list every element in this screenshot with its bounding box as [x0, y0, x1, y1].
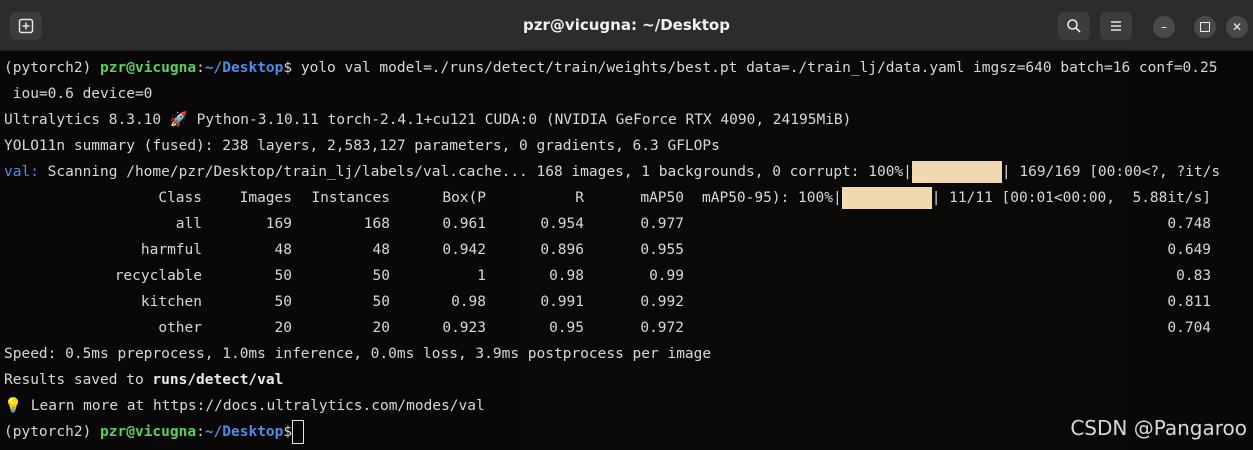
header-instances: Instances — [311, 190, 390, 206]
cell-instances: 48 — [372, 242, 390, 258]
cell-map50-95: 0.811 — [1167, 294, 1212, 310]
prompt-env: (pytorch2) — [4, 424, 92, 440]
terminal-header-bar: pzr@vicugna: ~/Desktop – ✕ — [0, 0, 1253, 51]
command-line: (pytorch2) pzr@vicugna:~/Desktop$ yolo v… — [4, 60, 1218, 76]
minimize-icon: – — [1161, 20, 1167, 34]
table-row: other 20 20 0.923 0.95 0.972 0.704 — [4, 315, 1211, 341]
table-row: all 169 168 0.961 0.954 0.977 0.748 — [4, 211, 1211, 237]
val-progress-tail: | 11/11 [00:01<00:00, 5.88it/s] — [931, 190, 1212, 206]
cell-map50: 0.972 — [640, 320, 684, 336]
search-icon — [1067, 19, 1081, 33]
cell-class: harmful — [140, 242, 202, 258]
cell-precision: 1 — [477, 268, 486, 284]
header-map50: mAP50 — [640, 190, 684, 206]
header-map50-95: mAP50-95): 100%| | 11/11 [00:01<00:00, 5.… — [684, 185, 1211, 211]
cell-images: 48 — [274, 242, 292, 258]
close-button[interactable]: ✕ — [1226, 16, 1248, 38]
prompt-user-host: pzr@vicugna — [100, 424, 197, 440]
scan-tail: | 169/169 [00:00<?, ?it/s — [1001, 164, 1221, 180]
watermark: CSDN @Pangaroo — [1070, 416, 1247, 440]
cell-map50: 0.992 — [640, 294, 684, 310]
prompt-path: ~/Desktop — [204, 60, 284, 76]
cell-class: other — [158, 320, 202, 336]
speed-line: Speed: 0.5ms preprocess, 1.0ms inference… — [4, 346, 712, 362]
cell-map50: 0.99 — [649, 268, 684, 284]
table-row: recyclable 50 50 1 0.98 0.99 0.83 — [4, 263, 1211, 289]
prompt-path: ~/Desktop — [204, 424, 284, 440]
hamburger-menu-icon — [1111, 21, 1121, 31]
cell-instances: 168 — [363, 216, 390, 232]
search-button[interactable] — [1058, 12, 1090, 40]
header-r: R — [575, 190, 584, 206]
ultralytics-info: Ultralytics 8.3.10 🚀 Python-3.10.11 torc… — [4, 112, 852, 128]
scan-text: Scanning /home/pzr/Desktop/train_lj/labe… — [38, 164, 912, 180]
current-prompt[interactable]: (pytorch2) pzr@vicugna:~/Desktop$ — [4, 420, 305, 444]
cell-precision: 0.923 — [442, 320, 486, 336]
val-progress-bar — [841, 187, 932, 209]
cell-map50-95: 0.649 — [1167, 242, 1212, 258]
prompt-env: (pytorch2) — [4, 60, 92, 76]
prompt-symbol: $ — [283, 424, 293, 440]
header-class: Class — [158, 190, 202, 206]
menu-button[interactable] — [1100, 12, 1132, 40]
maximize-icon — [1200, 22, 1210, 32]
cell-recall: 0.896 — [540, 242, 584, 258]
cell-map50-95: 0.748 — [1167, 216, 1212, 232]
minimize-button[interactable]: – — [1153, 16, 1175, 38]
cell-recall: 0.954 — [540, 216, 584, 232]
command-text: yolo val model=./runs/detect/train/weigh… — [292, 60, 1218, 76]
prompt-user-host: pzr@vicugna — [100, 60, 197, 76]
cell-precision: 0.942 — [442, 242, 486, 258]
header-box-p: Box(P — [442, 190, 486, 206]
cell-instances: 50 — [372, 268, 390, 284]
results-saved-path: runs/detect/val — [152, 372, 284, 388]
cell-map50-95: 0.83 — [1176, 268, 1212, 284]
cell-precision: 0.98 — [451, 294, 486, 310]
cell-class: all — [175, 216, 202, 232]
results-saved-prefix: Results saved to — [4, 372, 153, 388]
header-map50-95-label: mAP50-95): 100%| — [702, 190, 842, 206]
metrics-table: Class Images Instances Box(P R mAP50 mAP… — [4, 185, 1211, 341]
text-cursor — [292, 420, 305, 444]
scan-progress-bar — [911, 161, 1002, 183]
prompt-symbol: $ — [283, 60, 293, 76]
table-row: kitchen 50 50 0.98 0.991 0.992 0.811 — [4, 289, 1211, 315]
cell-class: kitchen — [140, 294, 202, 310]
scan-label: val: — [4, 164, 39, 180]
header-images: Images — [239, 190, 292, 206]
table-row: harmful 48 48 0.942 0.896 0.955 0.649 — [4, 237, 1211, 263]
cell-map50-95: 0.704 — [1167, 320, 1212, 336]
cell-class: recyclable — [114, 268, 202, 284]
cell-recall: 0.991 — [540, 294, 584, 310]
cell-images: 20 — [274, 320, 292, 336]
maximize-button[interactable] — [1194, 16, 1216, 38]
command-line-wrap: iou=0.6 device=0 — [4, 86, 153, 102]
learn-more-line: 💡 Learn more at https://docs.ultralytics… — [4, 398, 485, 414]
cell-recall: 0.95 — [549, 320, 584, 336]
terminal-window: pzr@vicugna: ~/Desktop – ✕ (pytorch2) pz… — [0, 0, 1253, 450]
close-icon: ✕ — [1231, 20, 1243, 34]
scan-line: val: Scanning /home/pzr/Desktop/train_lj… — [4, 160, 1220, 184]
cell-images: 50 — [274, 294, 292, 310]
cell-map50: 0.977 — [640, 216, 684, 232]
cell-images: 169 — [265, 216, 292, 232]
model-summary: YOLO11n summary (fused): 238 layers, 2,5… — [4, 138, 720, 154]
cell-instances: 20 — [372, 320, 390, 336]
cell-precision: 0.961 — [442, 216, 486, 232]
cell-images: 50 — [274, 268, 292, 284]
metrics-header-row: Class Images Instances Box(P R mAP50 mAP… — [4, 185, 1211, 211]
results-saved-line: Results saved to runs/detect/val — [4, 368, 283, 392]
cell-instances: 50 — [372, 294, 390, 310]
cell-map50: 0.955 — [640, 242, 684, 258]
cell-recall: 0.98 — [549, 268, 584, 284]
